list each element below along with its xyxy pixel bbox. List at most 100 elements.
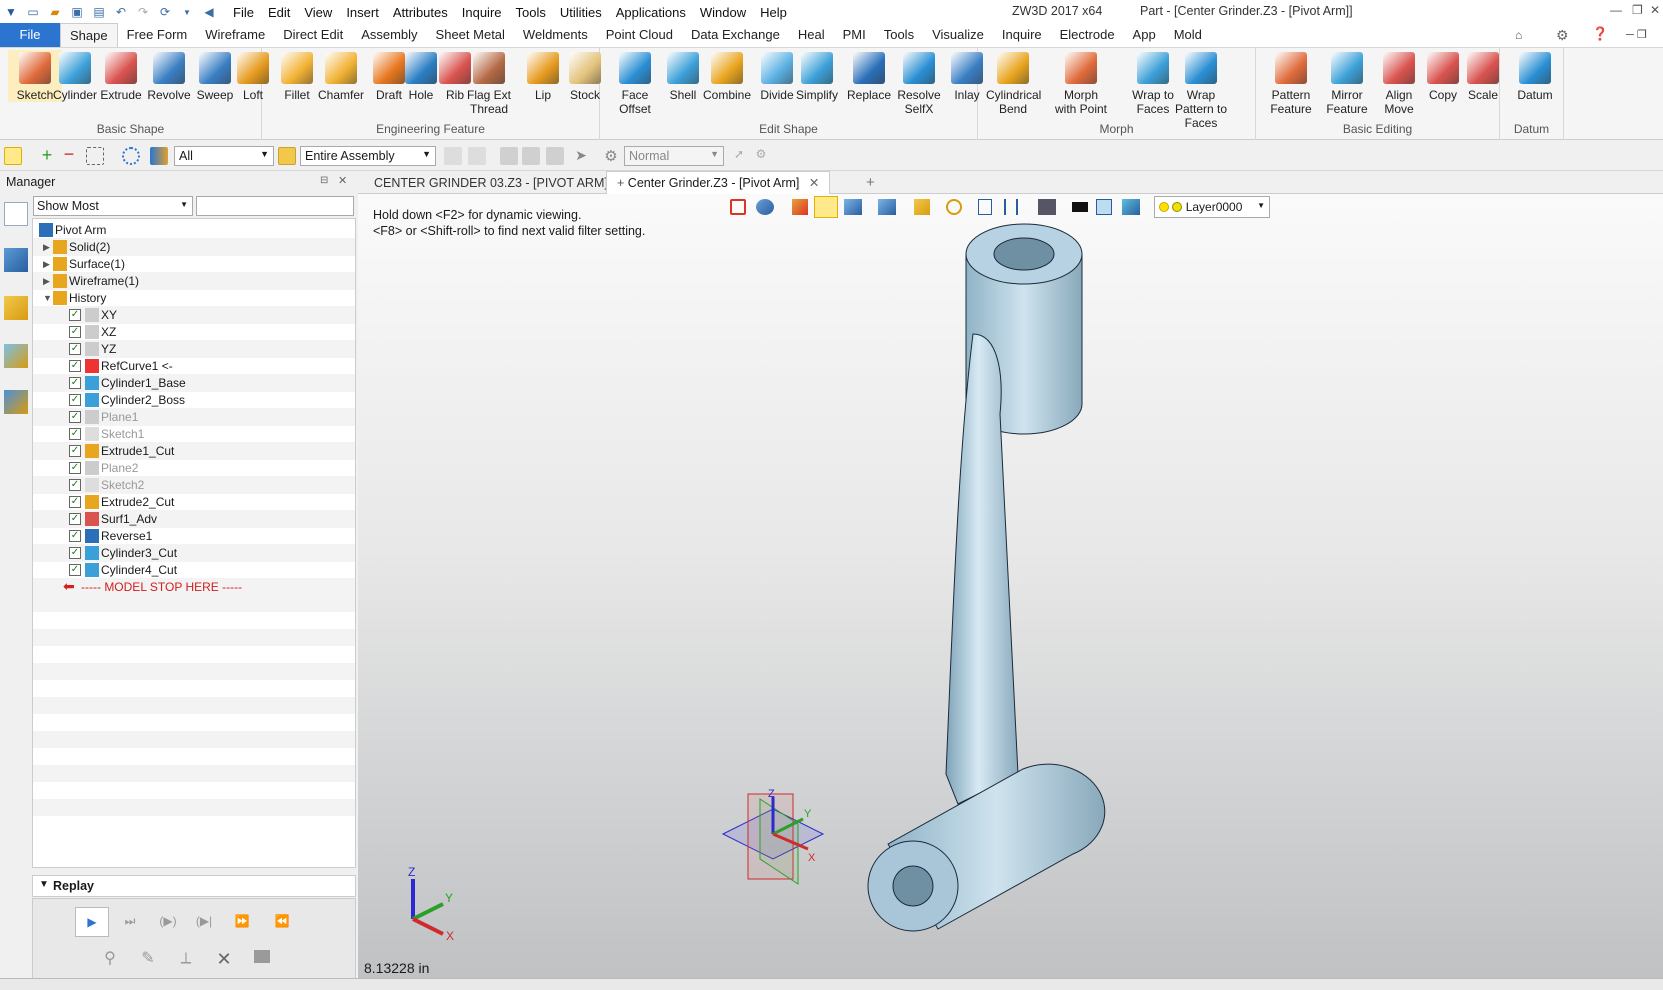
tree-root[interactable]: Pivot Arm [33, 221, 355, 239]
mirror-feature-button[interactable]: Mirror Feature [1320, 50, 1374, 116]
pin-icon[interactable]: ⊟ [320, 175, 328, 186]
tab-center-grinder[interactable]: + Center Grinder.Z3 - [Pivot Arm] ✕ [606, 171, 831, 194]
visibility-checkbox[interactable]: ✓ [69, 445, 81, 457]
wrap-to-faces-button[interactable]: Wrap to Faces [1126, 50, 1180, 116]
visibility-checkbox[interactable]: ✓ [69, 479, 81, 491]
datum-button[interactable]: Datum [1508, 50, 1562, 102]
morph-with-point-button[interactable]: Morph with Point [1054, 50, 1108, 116]
history-item[interactable]: ✓ XY [33, 306, 355, 324]
wrap-pattern-to-faces-button[interactable]: Wrap Pattern to Faces [1174, 50, 1228, 130]
simplify-button[interactable]: Simplify [790, 50, 844, 102]
render-icon[interactable] [1038, 199, 1056, 215]
user-tab-icon[interactable] [4, 390, 28, 414]
dropdown-icon[interactable]: ▼ [178, 3, 196, 21]
flag-ext-thread-button[interactable]: Flag Ext Thread [462, 50, 516, 116]
lasso-icon[interactable] [122, 147, 140, 165]
tab-tools[interactable]: Tools [875, 23, 923, 47]
expand-icon[interactable]: ▶ [43, 272, 50, 290]
visibility-checkbox[interactable]: ✓ [69, 496, 81, 508]
tree-folder[interactable]: ▶ Wireframe(1) [33, 272, 355, 290]
history-item[interactable]: ✓ Extrude1_Cut [33, 442, 355, 460]
delete-icon[interactable]: ✕ [209, 945, 239, 975]
menu-insert[interactable]: Insert [339, 5, 386, 20]
play-next-icon[interactable]: (▶| [187, 907, 221, 937]
tree-folder[interactable]: ▼ History [33, 289, 355, 307]
tab-assembly[interactable]: Assembly [352, 23, 426, 47]
filter-select[interactable]: All ▼ [174, 146, 274, 166]
visibility-checkbox[interactable]: ✓ [69, 530, 81, 542]
history-item[interactable]: ✓ Surf1_Adv [33, 510, 355, 528]
history-item[interactable]: ✓ Sketch1 [33, 425, 355, 443]
menu-inquire[interactable]: Inquire [455, 5, 509, 20]
scope-select[interactable]: Entire Assembly ▼ [300, 146, 436, 166]
tab-weldments[interactable]: Weldments [514, 23, 597, 47]
tab-mold[interactable]: Mold [1165, 23, 1211, 47]
view-orient-icon[interactable] [756, 199, 774, 215]
visibility-checkbox[interactable]: ✓ [69, 360, 81, 372]
play-icon[interactable]: ▶ [75, 907, 109, 937]
fit-icon[interactable] [978, 199, 992, 215]
part-tab-icon[interactable] [4, 296, 28, 320]
history-item[interactable]: ✓ Plane2 [33, 459, 355, 477]
show-filter-select[interactable]: Show Most ▼ [33, 196, 193, 216]
expand-icon[interactable]: ▶ [43, 255, 50, 273]
undo-icon[interactable]: ↶ [112, 3, 130, 21]
step-icon[interactable]: ⏭ [113, 907, 147, 937]
tree-folder[interactable]: ▶ Solid(2) [33, 238, 355, 256]
color-icon[interactable] [1072, 202, 1088, 212]
tree-folder[interactable]: ▶ Surface(1) [33, 255, 355, 273]
menu-tools[interactable]: Tools [509, 5, 553, 20]
shaded-icon[interactable] [814, 196, 838, 218]
menu-applications[interactable]: Applications [609, 5, 693, 20]
redo-icon[interactable]: ↷ [134, 3, 152, 21]
cylindrical-bend-button[interactable]: Cylindrical Bend [986, 50, 1041, 116]
rotate-icon[interactable]: ⟳ [156, 3, 174, 21]
window-restore-icon[interactable]: ─ ❐ [1626, 28, 1647, 41]
menu-view[interactable]: View [297, 5, 339, 20]
history-item[interactable]: ✓ Cylinder2_Boss [33, 391, 355, 409]
visibility-checkbox[interactable]: ✓ [69, 564, 81, 576]
view-cube-icon[interactable] [878, 199, 896, 215]
close-icon[interactable]: ✕ [1650, 3, 1660, 17]
resolve-selfx-button[interactable]: Resolve SelfX [892, 50, 946, 116]
close-icon[interactable]: ✕ [338, 174, 347, 187]
play-step-icon[interactable]: (▶) [151, 907, 185, 937]
pivot-arm-model[interactable] [858, 214, 1138, 944]
folder-icon[interactable] [247, 945, 277, 975]
history-item[interactable]: ✓ Cylinder1_Base [33, 374, 355, 392]
help-icon[interactable]: ❓ [1592, 26, 1608, 42]
new-tab-icon[interactable]: + [866, 174, 875, 191]
visibility-checkbox[interactable]: ✓ [69, 343, 81, 355]
remove-icon[interactable]: − [60, 145, 78, 165]
menu-utilities[interactable]: Utilities [553, 5, 609, 20]
background-icon[interactable] [1096, 199, 1112, 215]
tab-heal[interactable]: Heal [789, 23, 834, 47]
tab-pmi[interactable]: PMI [834, 23, 875, 47]
visibility-checkbox[interactable]: ✓ [69, 394, 81, 406]
history-item[interactable]: ✓ Cylinder3_Cut [33, 544, 355, 562]
chamfer-button[interactable]: Chamfer [314, 50, 368, 102]
history-item[interactable]: ✓ XZ [33, 323, 355, 341]
model-stop-marker[interactable]: ⬅ ----- MODEL STOP HERE ----- [33, 578, 355, 596]
history-item[interactable]: ✓ YZ [33, 340, 355, 358]
tab-app[interactable]: App [1124, 23, 1165, 47]
tab-visualize[interactable]: Visualize [923, 23, 993, 47]
restore-icon[interactable]: ❐ [1632, 3, 1643, 17]
3d-viewport[interactable]: Layer0000 ▼ Hold down <F2> for dynamic vi… [358, 194, 1663, 980]
visibility-checkbox[interactable]: ✓ [69, 326, 81, 338]
filter-icon[interactable] [150, 147, 168, 165]
collapse-icon[interactable]: ▼ [43, 289, 52, 307]
pick-filter-icon[interactable] [792, 199, 808, 215]
menu-file[interactable]: File [226, 5, 261, 20]
back-icon[interactable]: ◀ [200, 3, 218, 21]
tab-sheet-metal[interactable]: Sheet Metal [427, 23, 514, 47]
fast-forward-icon[interactable]: ⏩ [225, 907, 259, 937]
tab-free-form[interactable]: Free Form [118, 23, 197, 47]
visibility-checkbox[interactable]: ✓ [69, 428, 81, 440]
history-item[interactable]: ✓ Reverse1 [33, 527, 355, 545]
link-icon[interactable]: ⚲ [95, 945, 125, 975]
search-input[interactable] [196, 196, 354, 216]
menu-edit[interactable]: Edit [261, 5, 297, 20]
dimension-icon[interactable]: ⟂ [171, 945, 201, 975]
history-item[interactable]: ✓ Extrude2_Cut [33, 493, 355, 511]
